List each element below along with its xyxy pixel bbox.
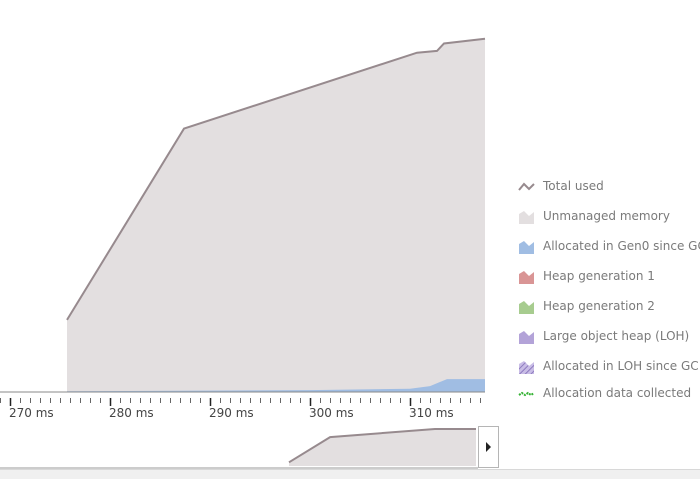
chart-legend: Total used Unmanaged memory Allocated in… (518, 178, 700, 415)
chevron-right-icon (486, 442, 491, 452)
line-swatch-icon (518, 182, 535, 191)
chart-areas (66, 37, 486, 392)
legend-label: Allocation data collected (543, 386, 692, 400)
area-swatch-icon (519, 241, 534, 254)
legend-label: Heap generation 2 (543, 299, 655, 313)
tick-label: 270 ms (9, 406, 54, 420)
legend-item-loh-since-gc: Allocated in LOH since GC (518, 358, 699, 385)
legend-label: Total used (543, 179, 604, 193)
tick-label: 300 ms (309, 406, 354, 420)
overview-area (289, 429, 476, 466)
area-swatch-icon (519, 331, 534, 344)
time-axis: 270 ms 280 ms 290 ms 300 ms 310 ms (0, 391, 485, 420)
tick-label: 310 ms (409, 406, 454, 420)
dashed-line-swatch-icon (518, 391, 535, 397)
hatched-swatch-icon (519, 361, 534, 374)
legend-label: Allocated in LOH since GC (543, 359, 699, 373)
memory-chart: 270 ms 280 ms 290 ms 300 ms 310 ms (0, 37, 486, 420)
timeline-overview[interactable] (0, 420, 478, 470)
legend-label: Large object heap (LOH) (543, 329, 690, 343)
timeline-scroll-right-button[interactable] (478, 426, 499, 468)
legend-item-gen0: Allocated in Gen0 since GC (518, 238, 700, 268)
area-swatch-icon (519, 271, 534, 284)
tick-label: 280 ms (109, 406, 154, 420)
tick-label: 290 ms (209, 406, 254, 420)
unmanaged-memory-area (67, 38, 485, 392)
legend-item-unmanaged-memory: Unmanaged memory (518, 208, 698, 238)
legend-label: Allocated in Gen0 since GC (543, 239, 700, 253)
legend-item-loh: Large object heap (LOH) (518, 328, 698, 358)
legend-item-heap-gen2: Heap generation 2 (518, 298, 698, 328)
legend-item-total-used: Total used (518, 178, 698, 208)
legend-item-heap-gen1: Heap generation 1 (518, 268, 698, 298)
legend-label: Heap generation 1 (543, 269, 655, 283)
legend-item-allocation-data: Allocation data collected (518, 385, 698, 415)
area-swatch-icon (519, 211, 534, 224)
legend-label: Unmanaged memory (543, 209, 670, 223)
area-swatch-icon (519, 301, 534, 314)
